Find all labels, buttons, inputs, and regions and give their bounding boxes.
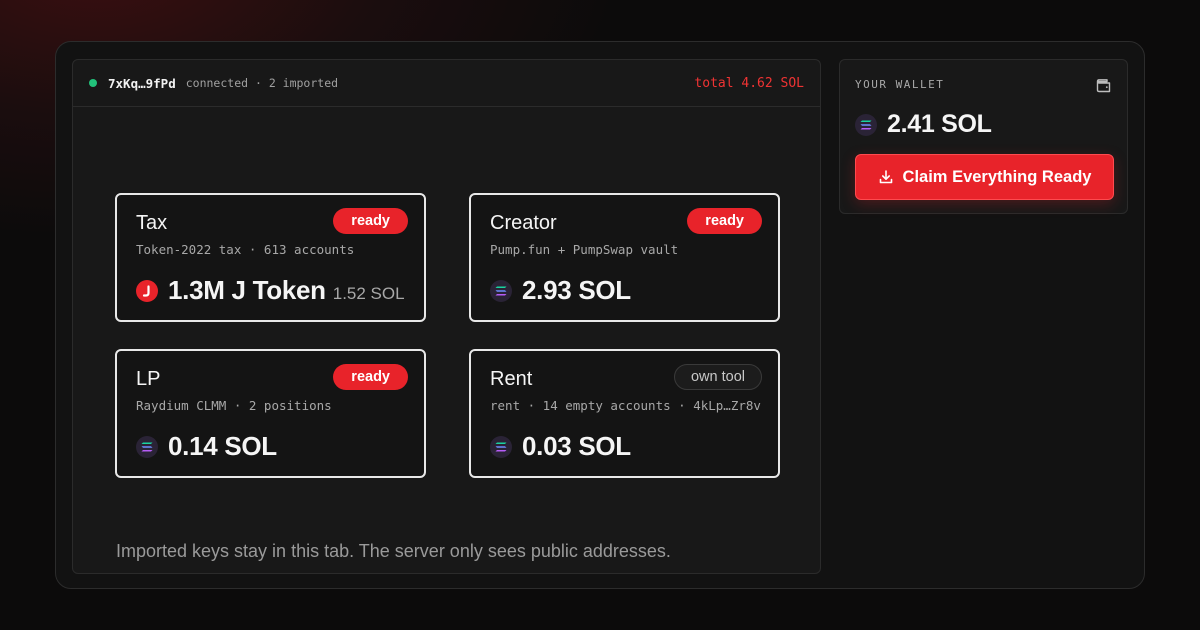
- solana-icon: [490, 435, 512, 458]
- card-subtitle: Raydium CLMM · 2 positions: [136, 398, 332, 413]
- card-amount: 0.14 SOL: [168, 431, 277, 461]
- card-lp[interactable]: LP ready Raydium CLMM · 2 positions 0.14…: [115, 349, 426, 478]
- privacy-note: Imported keys stay in this tab. The serv…: [116, 541, 671, 561]
- solana-icon: [490, 279, 512, 302]
- status-badge: ready: [333, 364, 408, 390]
- card-creator[interactable]: Creator ready Pump.fun + PumpSwap vault …: [469, 193, 780, 322]
- card-subtitle: Pump.fun + PumpSwap vault: [490, 242, 679, 257]
- card-amount-sol: 1.52 SOL: [332, 284, 405, 303]
- card-amount: 2.93 SOL: [522, 275, 631, 305]
- card-amount: 0.03 SOL: [522, 431, 631, 461]
- total-claimable: total 4.62 SOL: [694, 75, 804, 91]
- card-subtitle: Token-2022 tax · 613 accounts: [136, 242, 355, 257]
- card-title: Tax: [136, 212, 168, 234]
- card-subtitle: rent · 14 empty accounts · 4kLp…Zr8v: [490, 398, 761, 413]
- download-icon: [879, 170, 892, 184]
- j-token-icon: [136, 279, 158, 302]
- connection-status: connected · 2 imported: [185, 76, 339, 90]
- connection-bar: 7xKq…9fPd connected · 2 imported total 4…: [73, 60, 820, 107]
- connected-status-dot: [89, 79, 97, 87]
- card-title: Rent: [490, 368, 533, 390]
- solana-icon: [855, 113, 877, 136]
- card-value: 1.3M J Token 1.52 SOL: [136, 275, 405, 306]
- card-tax[interactable]: Tax ready Token-2022 tax · 613 accounts …: [115, 193, 426, 322]
- wallet-icon: [1095, 77, 1112, 94]
- status-badge: ready: [687, 208, 762, 234]
- wallet-balance-amount: 2.41 SOL: [887, 110, 992, 138]
- claim-button-label: Claim Everything Ready: [902, 167, 1092, 186]
- card-value: 0.14 SOL: [136, 431, 277, 462]
- card-amount: 1.3M J Token: [168, 275, 326, 305]
- card-value: 2.93 SOL: [490, 275, 631, 306]
- status-badge: ready: [333, 208, 408, 234]
- wallet-label: YOUR WALLET: [855, 78, 945, 91]
- wallet-panel: YOUR WALLET 2.41 SOL Claim Everything Re…: [839, 59, 1128, 214]
- wallet-address[interactable]: 7xKq…9fPd: [108, 76, 176, 91]
- solana-icon: [136, 435, 158, 458]
- main-panel: 7xKq…9fPd connected · 2 imported total 4…: [72, 59, 821, 574]
- card-rent[interactable]: Rent own tool rent · 14 empty accounts ·…: [469, 349, 780, 478]
- status-badge[interactable]: own tool: [673, 364, 762, 390]
- card-value: 0.03 SOL: [490, 431, 631, 462]
- wallet-balance: 2.41 SOL: [855, 110, 992, 139]
- claim-everything-button[interactable]: Claim Everything Ready: [855, 154, 1114, 200]
- card-title: LP: [136, 368, 161, 390]
- card-title: Creator: [490, 212, 557, 234]
